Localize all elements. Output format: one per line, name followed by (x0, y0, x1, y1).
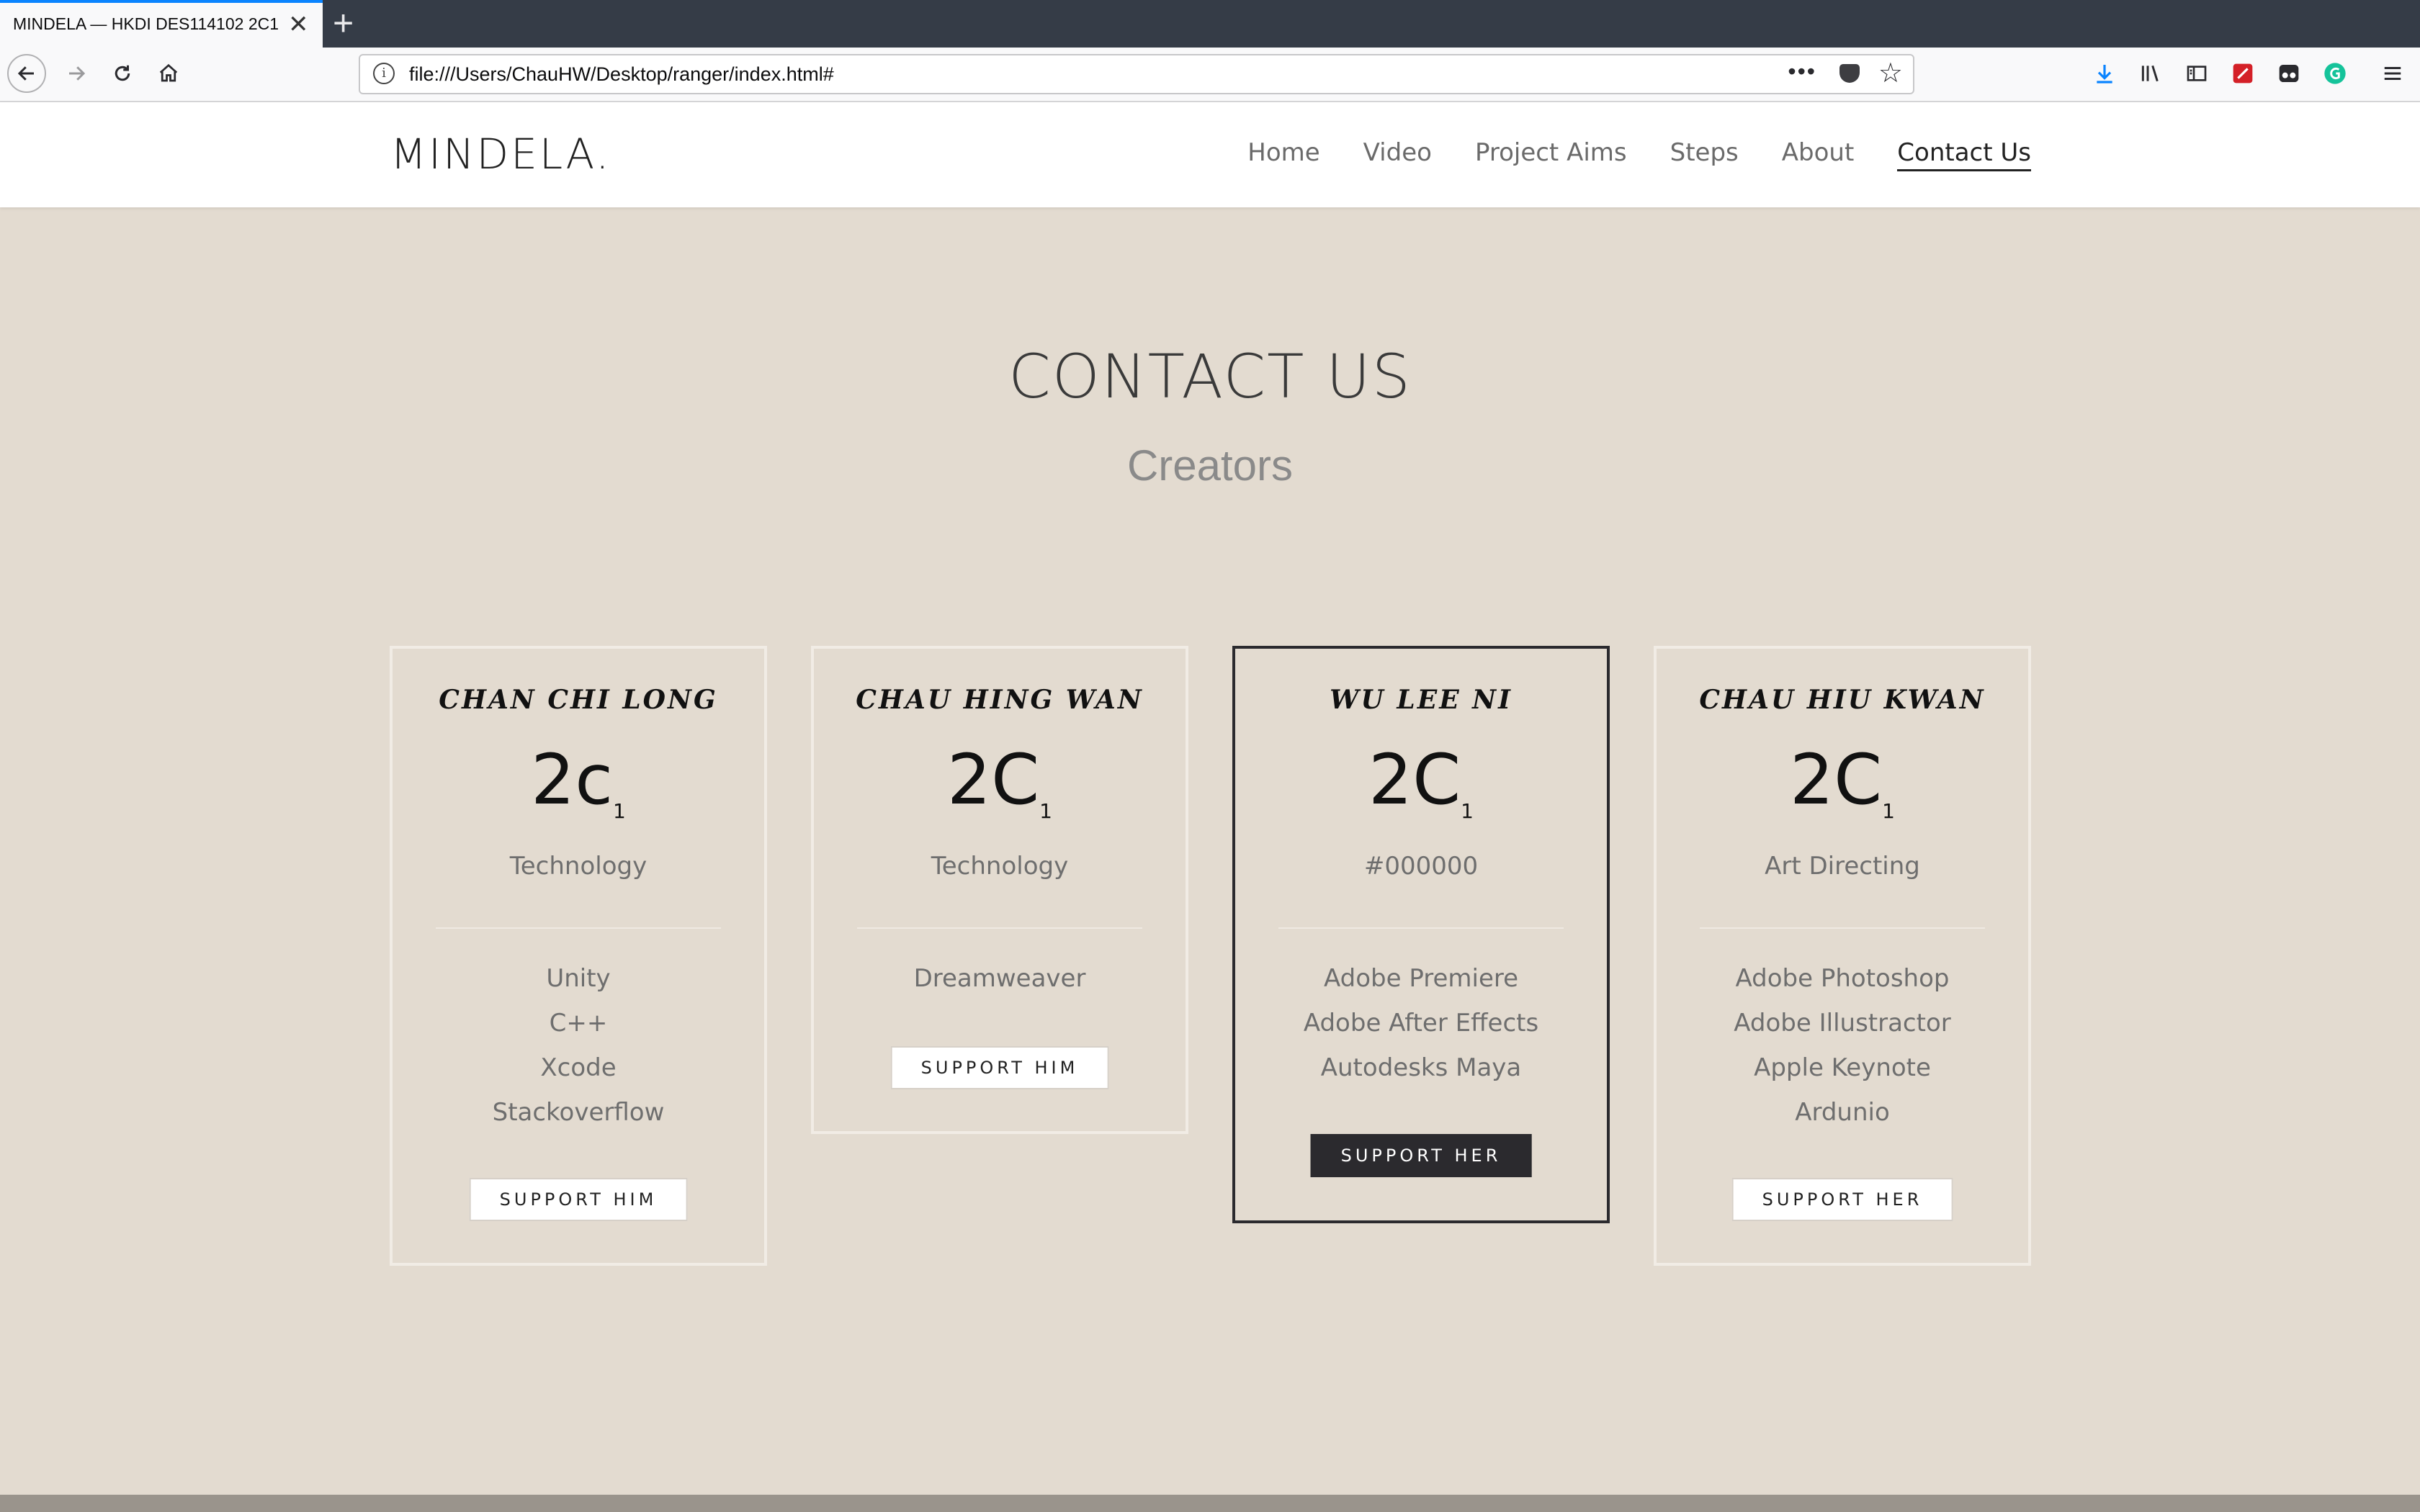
class-sub: 1 (1882, 799, 1895, 824)
support-button[interactable]: SUPPORT HIM (890, 1046, 1109, 1089)
skill-item: Adobe Illustractor (1734, 1009, 1951, 1038)
class-sub: 1 (1039, 799, 1052, 824)
pocket-icon[interactable] (1839, 64, 1860, 83)
grammarly-icon[interactable] (2319, 55, 2351, 92)
library-icon[interactable] (2135, 55, 2166, 92)
menu-icon[interactable] (2377, 55, 2408, 92)
skill-item: Xcode (540, 1053, 617, 1082)
skill-item: Autodesks Maya (1320, 1053, 1522, 1082)
site-logo[interactable]: MINDELA. (390, 130, 611, 179)
tab-title: MINDELA — HKDI DES114102 2C1 F (13, 14, 279, 33)
creator-name: CHAN CHI LONG (439, 685, 718, 715)
skill-item: Adobe Photoshop (1735, 964, 1950, 993)
nav-about[interactable]: About (1782, 138, 1855, 171)
nav-project-aims[interactable]: Project Aims (1475, 138, 1627, 171)
close-tab-icon[interactable]: ✕ (288, 10, 309, 39)
url-bar[interactable]: i file:///Users/ChauHW/Desktop/ranger/in… (359, 54, 1914, 94)
creator-card-highlighted: WU LEE NI 2C1 #000000 Adobe Premiere Ado… (1232, 646, 1610, 1223)
skill-item: Ardunio (1795, 1098, 1890, 1127)
back-arrow-icon[interactable] (7, 54, 46, 93)
site-header: MINDELA. Home Video Project Aims Steps A… (0, 102, 2420, 207)
class-main: 2C (1790, 739, 1883, 820)
card-divider (1700, 927, 1985, 929)
skills-list: Unity C++ Xcode Stackoverflow (393, 961, 764, 1140)
creator-card: CHAU HING WAN 2C1 Technology Dreamweaver… (811, 646, 1188, 1134)
forward-arrow-icon[interactable] (58, 55, 95, 92)
skill-item: Unity (546, 964, 611, 993)
class-main: 2C (1368, 739, 1461, 820)
section-subtitle: Creators (1126, 441, 1294, 490)
reader-icon[interactable] (2273, 55, 2305, 92)
nav-video[interactable]: Video (1363, 138, 1432, 171)
creator-role: Technology (931, 852, 1069, 881)
creator-name: CHAU HIU KWAN (1699, 685, 1986, 715)
support-button[interactable]: SUPPORT HER (1731, 1178, 1953, 1221)
skills-list: Adobe Premiere Adobe After Effects Autod… (1235, 961, 1607, 1095)
skill-item: Adobe After Effects (1303, 1009, 1539, 1038)
creator-card: CHAU HIU KWAN 2C1 Art Directing Adobe Ph… (1654, 646, 2031, 1266)
pen-icon[interactable] (2227, 55, 2259, 92)
download-icon[interactable] (2089, 55, 2120, 92)
page-actions-icon[interactable]: ••• (1788, 58, 1816, 85)
card-divider (436, 927, 721, 929)
sidebar-icon[interactable] (2181, 55, 2213, 92)
support-button[interactable]: SUPPORT HIM (469, 1178, 688, 1221)
creator-class: 2c1 (393, 739, 764, 823)
nav-contact-us[interactable]: Contact Us (1897, 138, 2031, 171)
tab-bar: MINDELA — HKDI DES114102 2C1 F ✕ + (0, 0, 2420, 48)
nav-home[interactable]: Home (1247, 138, 1319, 171)
home-icon[interactable] (150, 55, 187, 92)
footer-strip (0, 1495, 2420, 1512)
reload-icon[interactable] (104, 55, 141, 92)
class-main: 2C (947, 739, 1040, 820)
nav-steps[interactable]: Steps (1670, 138, 1739, 171)
skill-item: Adobe Premiere (1323, 964, 1519, 993)
skill-item: Dreamweaver (913, 964, 1086, 993)
creator-name: CHAU HING WAN (856, 685, 1144, 715)
creator-name: WU LEE NI (1330, 685, 1512, 715)
skills-list: Adobe Photoshop Adobe Illustractor Apple… (1657, 961, 2028, 1140)
class-sub: 1 (1461, 799, 1474, 824)
skills-list: Dreamweaver (814, 961, 1186, 1006)
class-main: 2c (531, 739, 614, 820)
creator-class: 2C1 (1657, 739, 2028, 823)
skill-item: Apple Keynote (1754, 1053, 1931, 1082)
creator-role: Technology (509, 852, 647, 881)
skill-item: C++ (549, 1009, 608, 1038)
creator-role: Art Directing (1765, 852, 1920, 881)
class-sub: 1 (613, 799, 626, 824)
star-icon[interactable]: ☆ (1878, 57, 1903, 89)
browser-toolbar: i file:///Users/ChauHW/Desktop/ranger/in… (0, 48, 2420, 102)
new-tab-button[interactable]: + (333, 3, 354, 43)
card-divider (857, 927, 1142, 929)
support-button[interactable]: SUPPORT HER (1310, 1134, 1532, 1177)
skill-item: Stackoverflow (492, 1098, 665, 1127)
creator-class: 2C1 (1235, 739, 1607, 823)
creator-card: CHAN CHI LONG 2c1 Technology Unity C++ X… (390, 646, 767, 1266)
creator-class: 2C1 (814, 739, 1186, 823)
browser-tab[interactable]: MINDELA — HKDI DES114102 2C1 F ✕ (0, 0, 323, 48)
section-title: CONTACT US (1008, 341, 1412, 412)
card-divider (1278, 927, 1564, 929)
creator-role: #000000 (1363, 852, 1479, 881)
main-nav: Home Video Project Aims Steps About Cont… (1247, 138, 2031, 171)
url-text[interactable]: file:///Users/ChauHW/Desktop/ranger/inde… (409, 63, 834, 86)
info-icon[interactable]: i (373, 63, 395, 84)
